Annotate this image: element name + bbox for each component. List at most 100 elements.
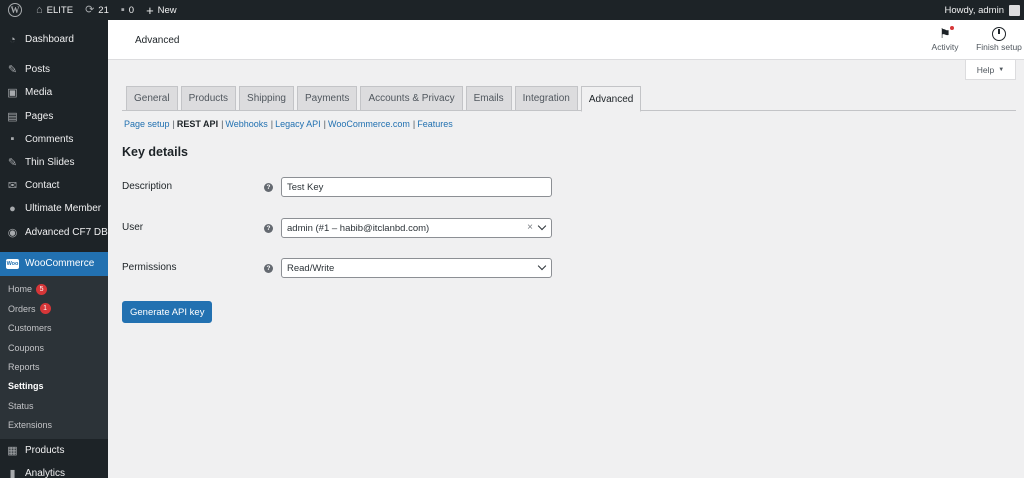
orders-count-badge: 1	[39, 303, 51, 315]
dashboard-icon: ◔	[9, 33, 16, 46]
submenu-item-status[interactable]: Status	[0, 396, 108, 415]
submenu-item-label: Customers	[8, 323, 52, 334]
permissions-select[interactable]: Read/Write	[281, 258, 552, 278]
howdy-text: Howdy, admin	[944, 4, 1005, 16]
generate-api-key-button[interactable]: Generate API key	[122, 301, 213, 323]
subnav-separator: |	[323, 119, 327, 129]
submenu-item-label: Extensions	[8, 420, 53, 431]
sidebar-item-analytics[interactable]: ▮ Analytics	[0, 462, 108, 478]
subnav-rest-api[interactable]: REST API	[177, 119, 218, 129]
sidebar-item-label: Ultimate Member	[25, 203, 102, 215]
help-label: Help	[976, 64, 995, 75]
wordpress-logo-icon: W	[8, 3, 22, 17]
sidebar-item-label: Advanced CF7 DB	[25, 226, 108, 238]
tab-advanced[interactable]: Advanced	[580, 86, 642, 112]
tab-integration[interactable]: Integration	[514, 86, 578, 111]
sidebar-item-contact[interactable]: ✉ Contact	[0, 174, 108, 197]
sidebar-item-thin-slides[interactable]: ✎ Thin Slides	[0, 151, 108, 174]
box-icon: ▦	[7, 444, 18, 457]
submenu-item-settings[interactable]: Settings	[0, 377, 108, 396]
permissions-label: Permissions	[122, 262, 177, 273]
permissions-value: Read/Write	[287, 262, 335, 274]
envelope-icon: ✉	[7, 180, 18, 193]
admin-bar: W ⌂ ELITE ⟳ 21 ▪ 0 + New Howdy, admin	[0, 0, 1024, 20]
tab-products[interactable]: Products	[180, 86, 237, 111]
home-icon: ⌂	[36, 3, 43, 16]
sidebar-item-posts[interactable]: ✎ Posts	[0, 58, 108, 81]
my-account-link[interactable]: Howdy, admin	[939, 0, 1024, 20]
tab-payments[interactable]: Payments	[296, 86, 358, 111]
wordpress-logo-menu[interactable]: W	[0, 0, 30, 20]
sidebar-item-products[interactable]: ▦ Products	[0, 439, 108, 462]
user-row: User ? admin (#1 – habib@itclanbd.com) ×	[122, 218, 562, 238]
submenu-item-label: Reports	[8, 361, 40, 372]
sidebar-item-media[interactable]: ▣ Media	[0, 81, 108, 104]
sidebar-item-advanced-cf7-db[interactable]: ◉ Advanced CF7 DB	[0, 221, 108, 244]
help-tip-icon[interactable]: ?	[264, 224, 273, 233]
sidebar-item-ultimate-member[interactable]: ● Ultimate Member	[0, 197, 108, 220]
sidebar-item-comments[interactable]: ▪ Comments	[0, 128, 108, 151]
subnav-webhooks[interactable]: Webhooks	[225, 119, 267, 129]
subnav-legacy-api[interactable]: Legacy API	[275, 119, 321, 129]
sidebar-item-label: Pages	[25, 110, 54, 122]
new-label: New	[157, 4, 177, 16]
sidebar-item-pages[interactable]: ▤ Pages	[0, 105, 108, 128]
comments-link[interactable]: ▪ 0	[115, 0, 140, 20]
new-content-link[interactable]: + New	[140, 0, 183, 20]
comments-count: 0	[128, 4, 135, 16]
tab-shipping[interactable]: Shipping	[239, 86, 294, 111]
sidebar-item-label: Contact	[25, 180, 60, 192]
tab-accounts-privacy[interactable]: Accounts & Privacy	[360, 86, 463, 111]
clear-icon[interactable]: ×	[527, 222, 533, 233]
submenu-item-reports[interactable]: Reports	[0, 357, 108, 376]
finish-setup-button[interactable]: Finish setup	[974, 26, 1024, 52]
sidebar-item-label: Analytics	[25, 468, 66, 478]
subnav-page-setup[interactable]: Page setup	[124, 119, 170, 129]
subnav-woocommerce-com[interactable]: WooCommerce.com	[328, 119, 410, 129]
site-name-link[interactable]: ⌂ ELITE	[30, 0, 79, 20]
submenu-item-orders[interactable]: Orders 1	[0, 299, 108, 318]
sidebar-item-dashboard[interactable]: ◔ Dashboard	[0, 28, 108, 51]
pages-icon: ▤	[7, 110, 18, 123]
submenu-item-label: Orders	[8, 303, 36, 314]
submenu-item-extensions[interactable]: Extensions	[0, 415, 108, 434]
finish-setup-label: Finish setup	[976, 42, 1022, 52]
home-count-badge: 5	[36, 283, 48, 295]
admin-sidebar: ◔ Dashboard ✎ Posts ▣ Media ▤ Pages ▪ Co…	[0, 20, 108, 478]
submenu-item-customers[interactable]: Customers	[0, 318, 108, 337]
subnav-separator: |	[412, 119, 416, 129]
bar-chart-icon: ▮	[9, 468, 16, 478]
progress-ring-icon	[992, 26, 1006, 42]
description-input[interactable]: Test Key	[281, 177, 552, 197]
media-icon: ▣	[7, 87, 18, 100]
activity-button[interactable]: ⚑ Activity	[920, 26, 970, 52]
page-title: Advanced	[135, 35, 180, 46]
pin-icon: ✎	[7, 64, 18, 77]
caret-down-icon: ▼	[998, 66, 1005, 73]
refresh-icon: ⟳	[85, 3, 95, 16]
sidebar-item-label: Products	[25, 444, 65, 456]
sidebar-item-label: Media	[25, 87, 53, 99]
subnav-features[interactable]: Features	[417, 119, 453, 129]
user-select[interactable]: admin (#1 – habib@itclanbd.com) ×	[281, 218, 552, 238]
help-tip-icon[interactable]: ?	[264, 183, 273, 192]
tab-emails[interactable]: Emails	[465, 86, 512, 111]
chevron-down-icon	[537, 221, 547, 231]
woocommerce-icon: Woo	[6, 257, 19, 270]
help-tab-button[interactable]: Help ▼	[965, 60, 1016, 80]
help-tip-icon[interactable]: ?	[264, 264, 273, 273]
tab-general[interactable]: General	[126, 86, 178, 111]
woocommerce-submenu: Home 5 Orders 1 Customers Coupons Report…	[0, 275, 108, 439]
activity-label: Activity	[931, 42, 959, 52]
woocommerce-header: Advanced ⚑ Activity Finish setup	[108, 20, 1024, 60]
subnav-separator: |	[172, 119, 175, 129]
flag-icon: ⚑	[939, 26, 954, 42]
updates-link[interactable]: ⟳ 21	[79, 0, 115, 20]
sidebar-item-woocommerce[interactable]: Woo WooCommerce	[0, 251, 108, 276]
submenu-item-label: Settings	[8, 381, 44, 392]
submenu-item-coupons[interactable]: Coupons	[0, 338, 108, 357]
subnav-separator: |	[221, 119, 224, 129]
submenu-item-label: Home	[8, 284, 33, 295]
key-details-heading: Key details	[122, 145, 189, 159]
submenu-item-home[interactable]: Home 5	[0, 280, 108, 299]
